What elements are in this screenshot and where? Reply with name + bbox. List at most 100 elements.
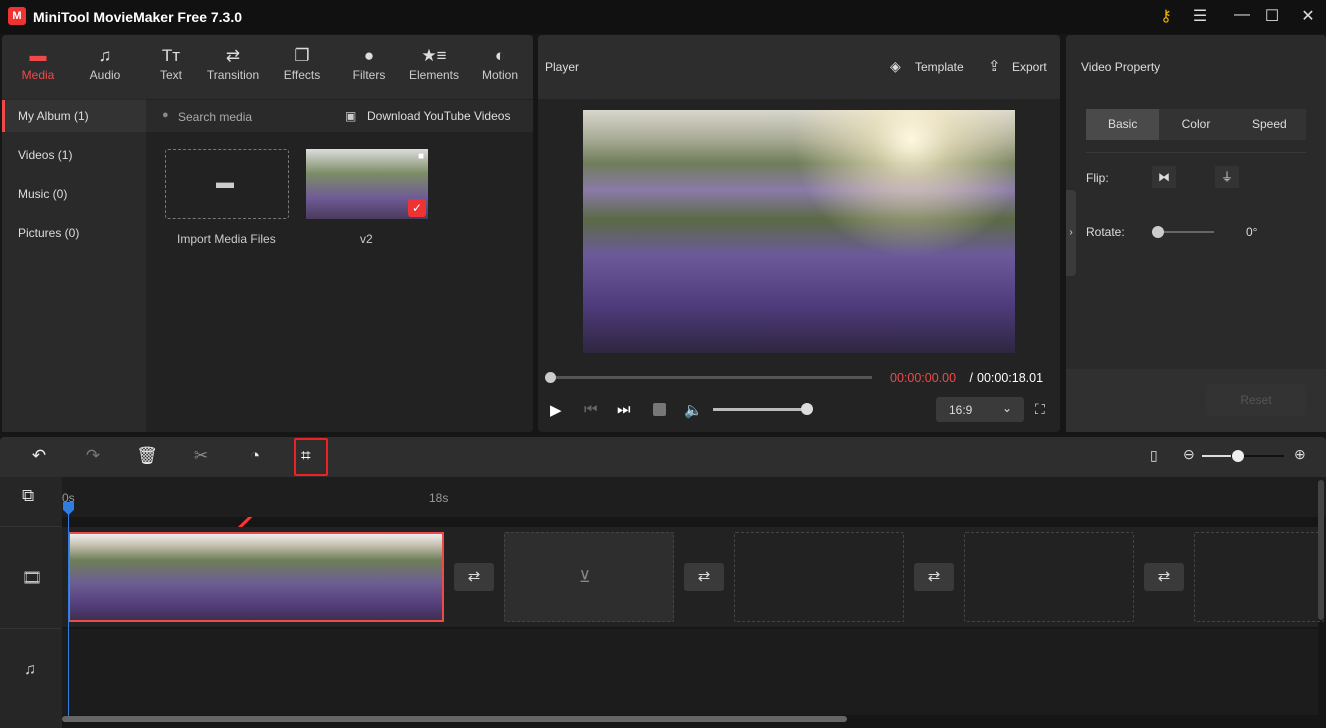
player-title: Player <box>545 60 580 74</box>
time-separator: / <box>966 371 977 385</box>
aspect-ratio-value: 16:9 <box>949 403 973 417</box>
import-media-button[interactable]: ▬ <box>165 149 289 219</box>
divider <box>0 526 62 527</box>
empty-clip-slot[interactable] <box>1194 532 1324 622</box>
player-header <box>538 35 1060 99</box>
tab-label: Audio <box>89 68 121 82</box>
tab-effects[interactable]: ❐ Effects <box>267 46 337 82</box>
speed-icon[interactable]: ◔ <box>243 446 267 466</box>
tab-text[interactable]: Tт Text <box>136 46 206 82</box>
volume-handle[interactable] <box>801 403 813 415</box>
maximize-icon[interactable]: ☐ <box>1260 6 1284 26</box>
filters-icon: ● <box>363 46 375 65</box>
minimize-icon[interactable]: — <box>1230 6 1254 24</box>
tab-label: Text <box>159 68 182 82</box>
tab-elements[interactable]: ★≡ Elements <box>399 46 469 82</box>
volume-icon[interactable]: 🔈 <box>684 401 703 419</box>
stop-icon[interactable] <box>653 403 666 416</box>
redo-icon[interactable]: ↷ <box>81 446 105 466</box>
zoom-in-icon[interactable]: ⊕ <box>1294 446 1306 463</box>
flip-vertical-icon[interactable]: ⏚ <box>1215 166 1239 188</box>
app-logo: M <box>8 7 26 25</box>
transition-slot[interactable]: ⇄ <box>684 563 724 591</box>
crop-button[interactable]: ⌗ <box>294 438 328 476</box>
add-track-icon[interactable]: ⧉ <box>22 486 34 506</box>
volume-slider[interactable] <box>713 408 807 411</box>
search-input[interactable]: Search media <box>178 110 252 124</box>
folder-icon: ▬ <box>216 172 234 192</box>
vertical-scrollbar[interactable] <box>1318 480 1324 620</box>
tab-label: Effects <box>283 68 321 82</box>
tab-label: Motion <box>481 68 519 82</box>
empty-clip-slot[interactable] <box>964 532 1134 622</box>
timeline-ruler[interactable] <box>62 477 1326 517</box>
tab-speed[interactable]: Speed <box>1233 109 1306 140</box>
fit-timeline-icon[interactable]: ▯ <box>1150 447 1158 464</box>
transition-slot[interactable]: ⇄ <box>454 563 494 591</box>
delete-icon[interactable]: 🗑 <box>135 446 159 466</box>
property-tabs: Basic Color Speed <box>1086 109 1306 140</box>
undo-icon[interactable]: ↶ <box>27 446 51 466</box>
drop-media-icon: ⊻ <box>579 569 591 586</box>
tab-media[interactable]: ▬ Media <box>3 46 73 82</box>
reset-button[interactable]: Reset <box>1206 384 1306 416</box>
playback-handle[interactable] <box>545 372 556 383</box>
flip-horizontal-icon[interactable]: ⧓ <box>1152 166 1176 188</box>
sidebar-item-my-album[interactable]: My Album (1) <box>2 100 146 132</box>
tab-audio[interactable]: ♫ Audio <box>70 46 140 82</box>
menu-icon[interactable]: ☰ <box>1188 6 1212 26</box>
playhead[interactable] <box>68 510 69 720</box>
zoom-out-icon[interactable]: ⊖ <box>1183 446 1195 463</box>
play-icon[interactable]: ▶ <box>550 401 562 419</box>
collapse-panel-handle[interactable]: › <box>1066 190 1076 276</box>
transition-slot[interactable]: ⇄ <box>1144 563 1184 591</box>
tab-motion[interactable]: ◐ Motion <box>465 46 535 82</box>
aspect-ratio-select[interactable]: 16:9 ⌄ <box>936 397 1024 422</box>
tab-label: Media <box>21 68 55 82</box>
search-icon: ● <box>162 109 169 121</box>
scissors-icon[interactable]: ✂ <box>189 446 213 466</box>
tab-label: Filters <box>352 68 386 82</box>
export-icon: ⇪ <box>988 58 1001 75</box>
playback-progress-bar[interactable] <box>550 376 872 379</box>
sidebar-item-pictures[interactable]: Pictures (0) <box>2 217 146 249</box>
download-youtube-button[interactable]: Download YouTube Videos <box>367 109 510 123</box>
tab-basic[interactable]: Basic <box>1086 109 1160 140</box>
fullscreen-icon[interactable]: ⛶ <box>1035 401 1045 418</box>
rotate-handle[interactable] <box>1152 226 1164 238</box>
folder-icon: ▬ <box>29 46 47 65</box>
next-frame-icon[interactable]: ⏭ <box>617 401 631 418</box>
rotate-slider[interactable] <box>1158 231 1214 233</box>
divider <box>1086 152 1306 153</box>
sidebar-item-music[interactable]: Music (0) <box>2 178 146 210</box>
empty-clip-slot[interactable] <box>734 532 904 622</box>
empty-clip-slot[interactable]: ⊻ <box>504 532 674 622</box>
sidebar-item-videos[interactable]: Videos (1) <box>2 139 146 171</box>
transition-slot[interactable]: ⇄ <box>914 563 954 591</box>
divider <box>0 628 62 629</box>
zoom-handle[interactable] <box>1232 450 1244 462</box>
tab-color[interactable]: Color <box>1159 109 1232 140</box>
audio-track-icon: ♫ <box>24 661 36 678</box>
music-note-icon: ♫ <box>98 46 112 65</box>
current-time: 00:00:00.00 <box>890 371 957 385</box>
text-icon: Tт <box>161 46 181 65</box>
timeline-video-clip[interactable] <box>68 532 444 622</box>
tab-filters[interactable]: ● Filters <box>334 46 404 82</box>
flip-label: Flip: <box>1086 171 1109 185</box>
track-headers <box>0 477 62 728</box>
elements-icon: ★≡ <box>421 46 447 65</box>
close-icon[interactable]: ✕ <box>1296 6 1320 26</box>
import-label: Import Media Files <box>177 232 276 246</box>
horizontal-scrollbar[interactable] <box>62 716 847 722</box>
app-title: MiniTool MovieMaker Free 7.3.0 <box>33 9 243 25</box>
video-preview <box>583 110 1015 353</box>
tab-transition[interactable]: ⇄ Transition <box>198 46 268 82</box>
media-clip-thumbnail[interactable]: ■ ✓ <box>306 149 428 219</box>
tab-label: Transition <box>206 68 260 82</box>
template-button[interactable]: Template <box>915 60 964 74</box>
export-button[interactable]: Export <box>1012 60 1047 74</box>
key-icon[interactable]: ⚷ <box>1154 6 1178 26</box>
previous-frame-icon[interactable]: ⏮ <box>584 401 598 418</box>
youtube-icon: ▣ <box>345 109 357 123</box>
